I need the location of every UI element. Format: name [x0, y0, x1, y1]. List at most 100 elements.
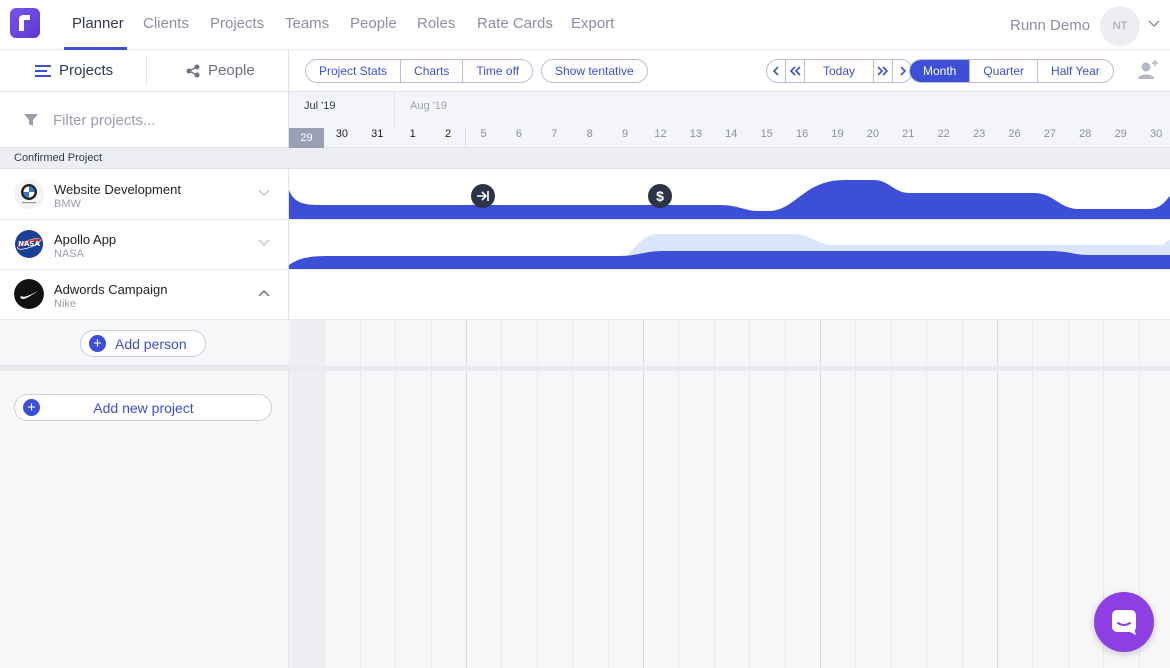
day-label: 28 [1079, 128, 1092, 140]
nasa-workload-chart [289, 234, 1170, 269]
day-label: 30 [335, 128, 349, 140]
next-fast-icon[interactable] [874, 60, 894, 82]
grid-line [820, 320, 821, 668]
add-new-project-button[interactable]: + Add new project [14, 394, 272, 421]
day-label: 29 [289, 128, 324, 148]
grid-line [572, 320, 574, 668]
bmw-workload-chart [289, 180, 1170, 219]
filter-icon [24, 114, 38, 126]
view-tabs: Projects People [0, 50, 289, 92]
filter-input[interactable]: Filter projects... [53, 112, 156, 129]
timeline-row-bmw[interactable]: $ [289, 170, 1170, 220]
day-label: 22 [937, 128, 950, 140]
day-label: 16 [795, 128, 809, 140]
day-label: 15 [760, 128, 773, 140]
grid-line [501, 320, 503, 668]
timeline-row-nasa[interactable] [289, 220, 1170, 270]
period-half-year-button[interactable]: Half Year [1038, 60, 1113, 82]
nav-planner[interactable]: Planner [72, 15, 124, 32]
chevron-down-icon[interactable] [258, 189, 270, 197]
grid-line [855, 320, 857, 668]
share-icon [186, 64, 200, 77]
timeline-row-nike[interactable] [289, 270, 1170, 320]
grid-line [890, 320, 892, 668]
day-label: 9 [622, 128, 629, 140]
date-nav-group: Today [766, 59, 914, 83]
grid-line [784, 320, 786, 668]
milestone-start-icon[interactable] [471, 184, 495, 208]
add-user-icon[interactable] [1136, 58, 1160, 82]
day-label: 14 [725, 128, 738, 140]
tab-people[interactable]: People [186, 62, 255, 79]
project-row[interactable]: NASA Apollo App NASA [0, 220, 288, 270]
add-person-button[interactable]: + Add person [80, 330, 206, 357]
tab-projects-label: Projects [59, 62, 114, 79]
grid-line [926, 320, 928, 668]
plus-icon: + [23, 399, 40, 416]
tab-projects[interactable]: Projects [35, 62, 113, 79]
nasa-logo: NASA [14, 229, 44, 259]
project-row[interactable]: Website Development BMW [0, 170, 288, 220]
grid-line [430, 320, 432, 668]
grid-line [997, 320, 998, 668]
grid-line [643, 320, 644, 668]
tab-people-label: People [208, 62, 255, 79]
top-nav: Planner Clients Projects Teams People Ro… [0, 0, 1170, 50]
add-new-project-label: Add new project [93, 399, 194, 416]
day-label: 26 [1008, 128, 1021, 140]
month-divider [394, 92, 395, 128]
avatar[interactable]: NT [1100, 6, 1140, 46]
day-label: 13 [689, 128, 703, 140]
timeline-grid [289, 320, 1170, 668]
nav-clients[interactable]: Clients [143, 15, 189, 32]
filter-bar[interactable]: Filter projects... [0, 92, 288, 148]
period-quarter-button[interactable]: Quarter [970, 60, 1039, 82]
day-label: 12 [654, 128, 667, 140]
period-month-button[interactable]: Month [910, 60, 971, 82]
nav-projects[interactable]: Projects [210, 15, 264, 32]
day-label: 2 [445, 128, 452, 140]
month-label-jul: Jul '19 [304, 100, 336, 112]
grid-line [1067, 320, 1069, 668]
nav-roles[interactable]: Roles [417, 15, 455, 32]
month-label-aug: Aug '19 [410, 100, 447, 112]
project-stats-button[interactable]: Project Stats [306, 60, 402, 82]
nav-people[interactable]: People [350, 15, 397, 32]
prev-icon[interactable] [767, 60, 786, 82]
show-tentative-button[interactable]: Show tentative [542, 60, 647, 82]
period-group: Month Quarter Half Year [909, 59, 1114, 83]
runn-logo[interactable] [10, 8, 40, 38]
time-off-button[interactable]: Time off [463, 60, 532, 82]
prev-fast-icon[interactable] [786, 60, 805, 82]
chat-button[interactable] [1094, 592, 1154, 652]
chevron-down-icon[interactable] [1148, 19, 1160, 29]
day-label: 30 [1149, 128, 1163, 140]
charts-button[interactable]: Charts [401, 60, 464, 82]
dollar-icon[interactable]: $ [648, 184, 672, 208]
list-icon [35, 64, 51, 77]
day-label: 19 [831, 128, 844, 140]
project-row[interactable]: Adwords Campaign Nike [0, 270, 288, 320]
user-name[interactable]: Runn Demo [1010, 17, 1090, 34]
day-label: 20 [866, 128, 880, 140]
nike-logo [14, 279, 44, 309]
grid-line [749, 320, 751, 668]
chat-icon [1112, 610, 1136, 635]
nav-rate-cards[interactable]: Rate Cards [477, 15, 553, 32]
nav-export[interactable]: Export [571, 15, 614, 32]
day-label: 7 [551, 128, 558, 140]
svg-text:NASA: NASA [18, 240, 40, 248]
calendar-header: Jul '19 Aug '19 29 30 31 1 2 5 6 7 8 9 12 13 14 15 16 1… [289, 92, 1170, 148]
day-label: 31 [371, 128, 384, 140]
tab-divider [146, 56, 147, 86]
today-button[interactable]: Today [805, 60, 875, 82]
grid-line [678, 320, 680, 668]
grid-line [359, 320, 361, 668]
chevron-down-icon[interactable] [258, 239, 270, 247]
grid-line [395, 320, 397, 668]
grid-line [466, 320, 467, 668]
chevron-up-icon[interactable] [258, 289, 270, 297]
day-label: 23 [972, 128, 986, 140]
nav-teams[interactable]: Teams [285, 15, 329, 32]
add-person-label: Add person [115, 335, 187, 352]
